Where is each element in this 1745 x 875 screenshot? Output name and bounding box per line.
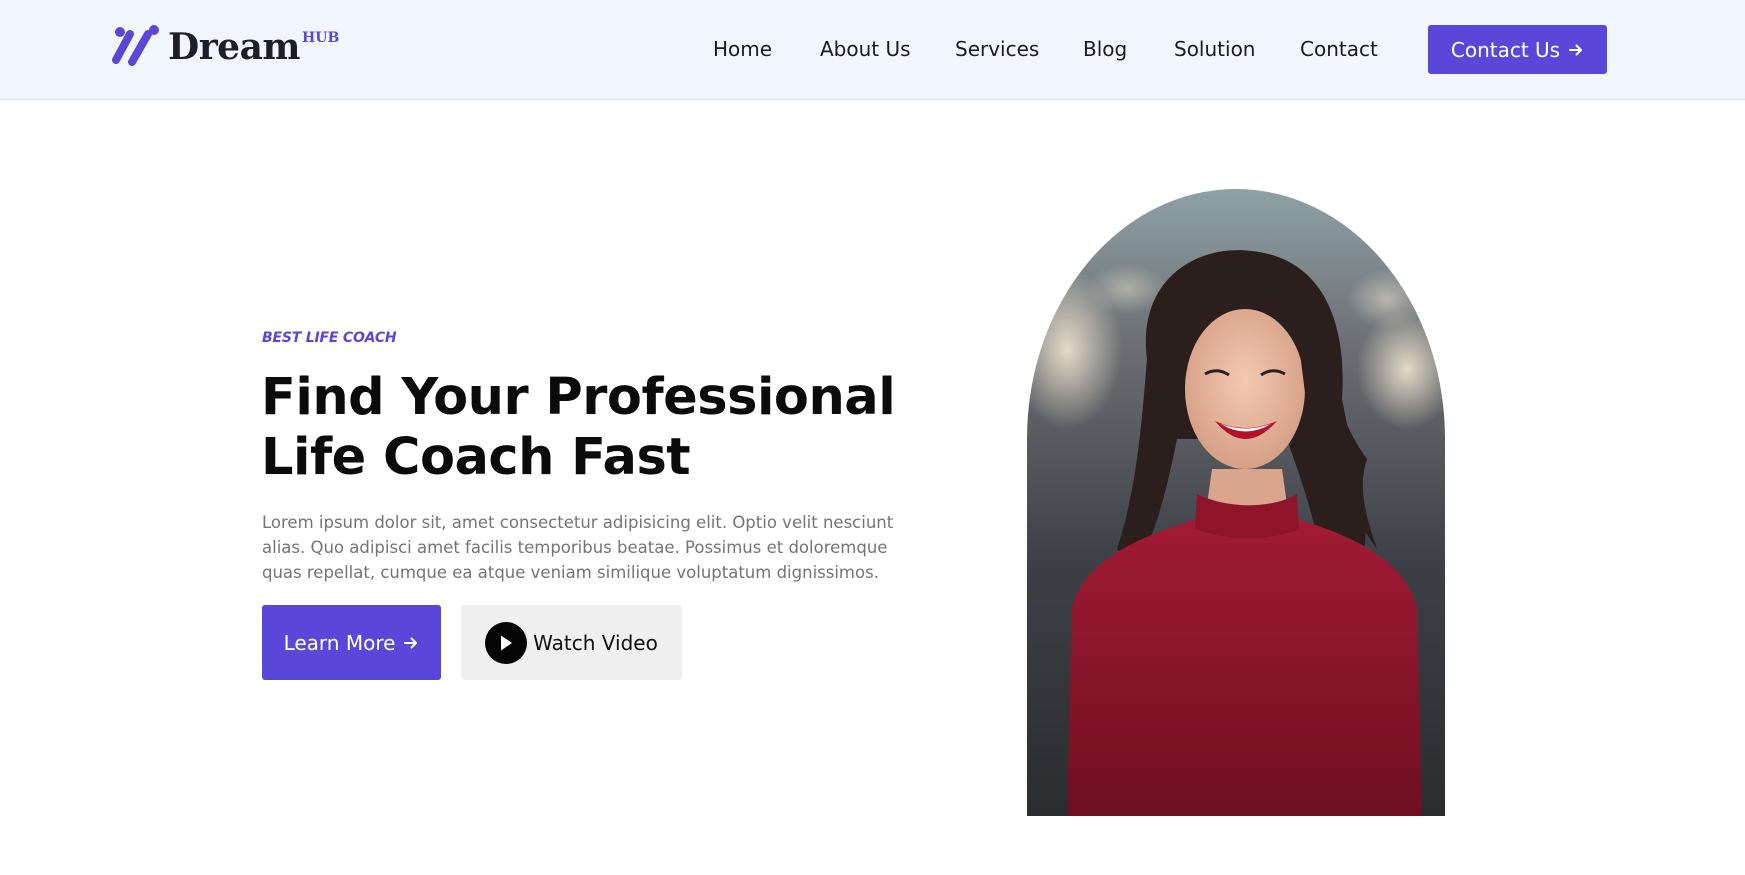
- headline-line-1: Find Your Professional: [261, 368, 896, 427]
- logo-mark-icon: [112, 25, 159, 66]
- brand-superscript: HUB: [302, 30, 340, 46]
- nav-item-home[interactable]: Home: [713, 37, 772, 61]
- watch-video-button[interactable]: Watch Video: [461, 605, 682, 680]
- hero-eyebrow: BEST LIFE COACH: [262, 330, 397, 346]
- watch-video-label: Watch Video: [533, 630, 658, 655]
- hero-headline: Find Your Professional Life Coach Fast: [261, 368, 901, 488]
- headline-line-2: Life Coach Fast: [261, 428, 691, 487]
- arrow-right-icon: [1569, 44, 1583, 55]
- nav-item-services[interactable]: Services: [955, 37, 1039, 61]
- nav-item-blog[interactable]: Blog: [1083, 37, 1127, 61]
- brand-logo[interactable]: Dream HUB: [108, 22, 339, 72]
- play-icon: [485, 621, 528, 664]
- nav-item-contact[interactable]: Contact: [1300, 37, 1378, 61]
- learn-more-button[interactable]: Learn More: [262, 605, 441, 680]
- arrow-right-icon: [404, 637, 418, 648]
- hero-photo: [1027, 189, 1445, 816]
- nav-item-about-us[interactable]: About Us: [820, 37, 911, 61]
- nav-item-solution[interactable]: Solution: [1174, 37, 1255, 61]
- contact-us-label: Contact Us: [1450, 37, 1561, 62]
- contact-us-button[interactable]: Contact Us: [1428, 25, 1607, 74]
- site-header: Dream HUB Home About Us Services Blog So…: [0, 0, 1745, 100]
- learn-more-label: Learn More: [283, 630, 396, 655]
- brand-name: Dream: [168, 26, 301, 68]
- hero-description: Lorem ipsum dolor sit, amet consectetur …: [262, 513, 894, 582]
